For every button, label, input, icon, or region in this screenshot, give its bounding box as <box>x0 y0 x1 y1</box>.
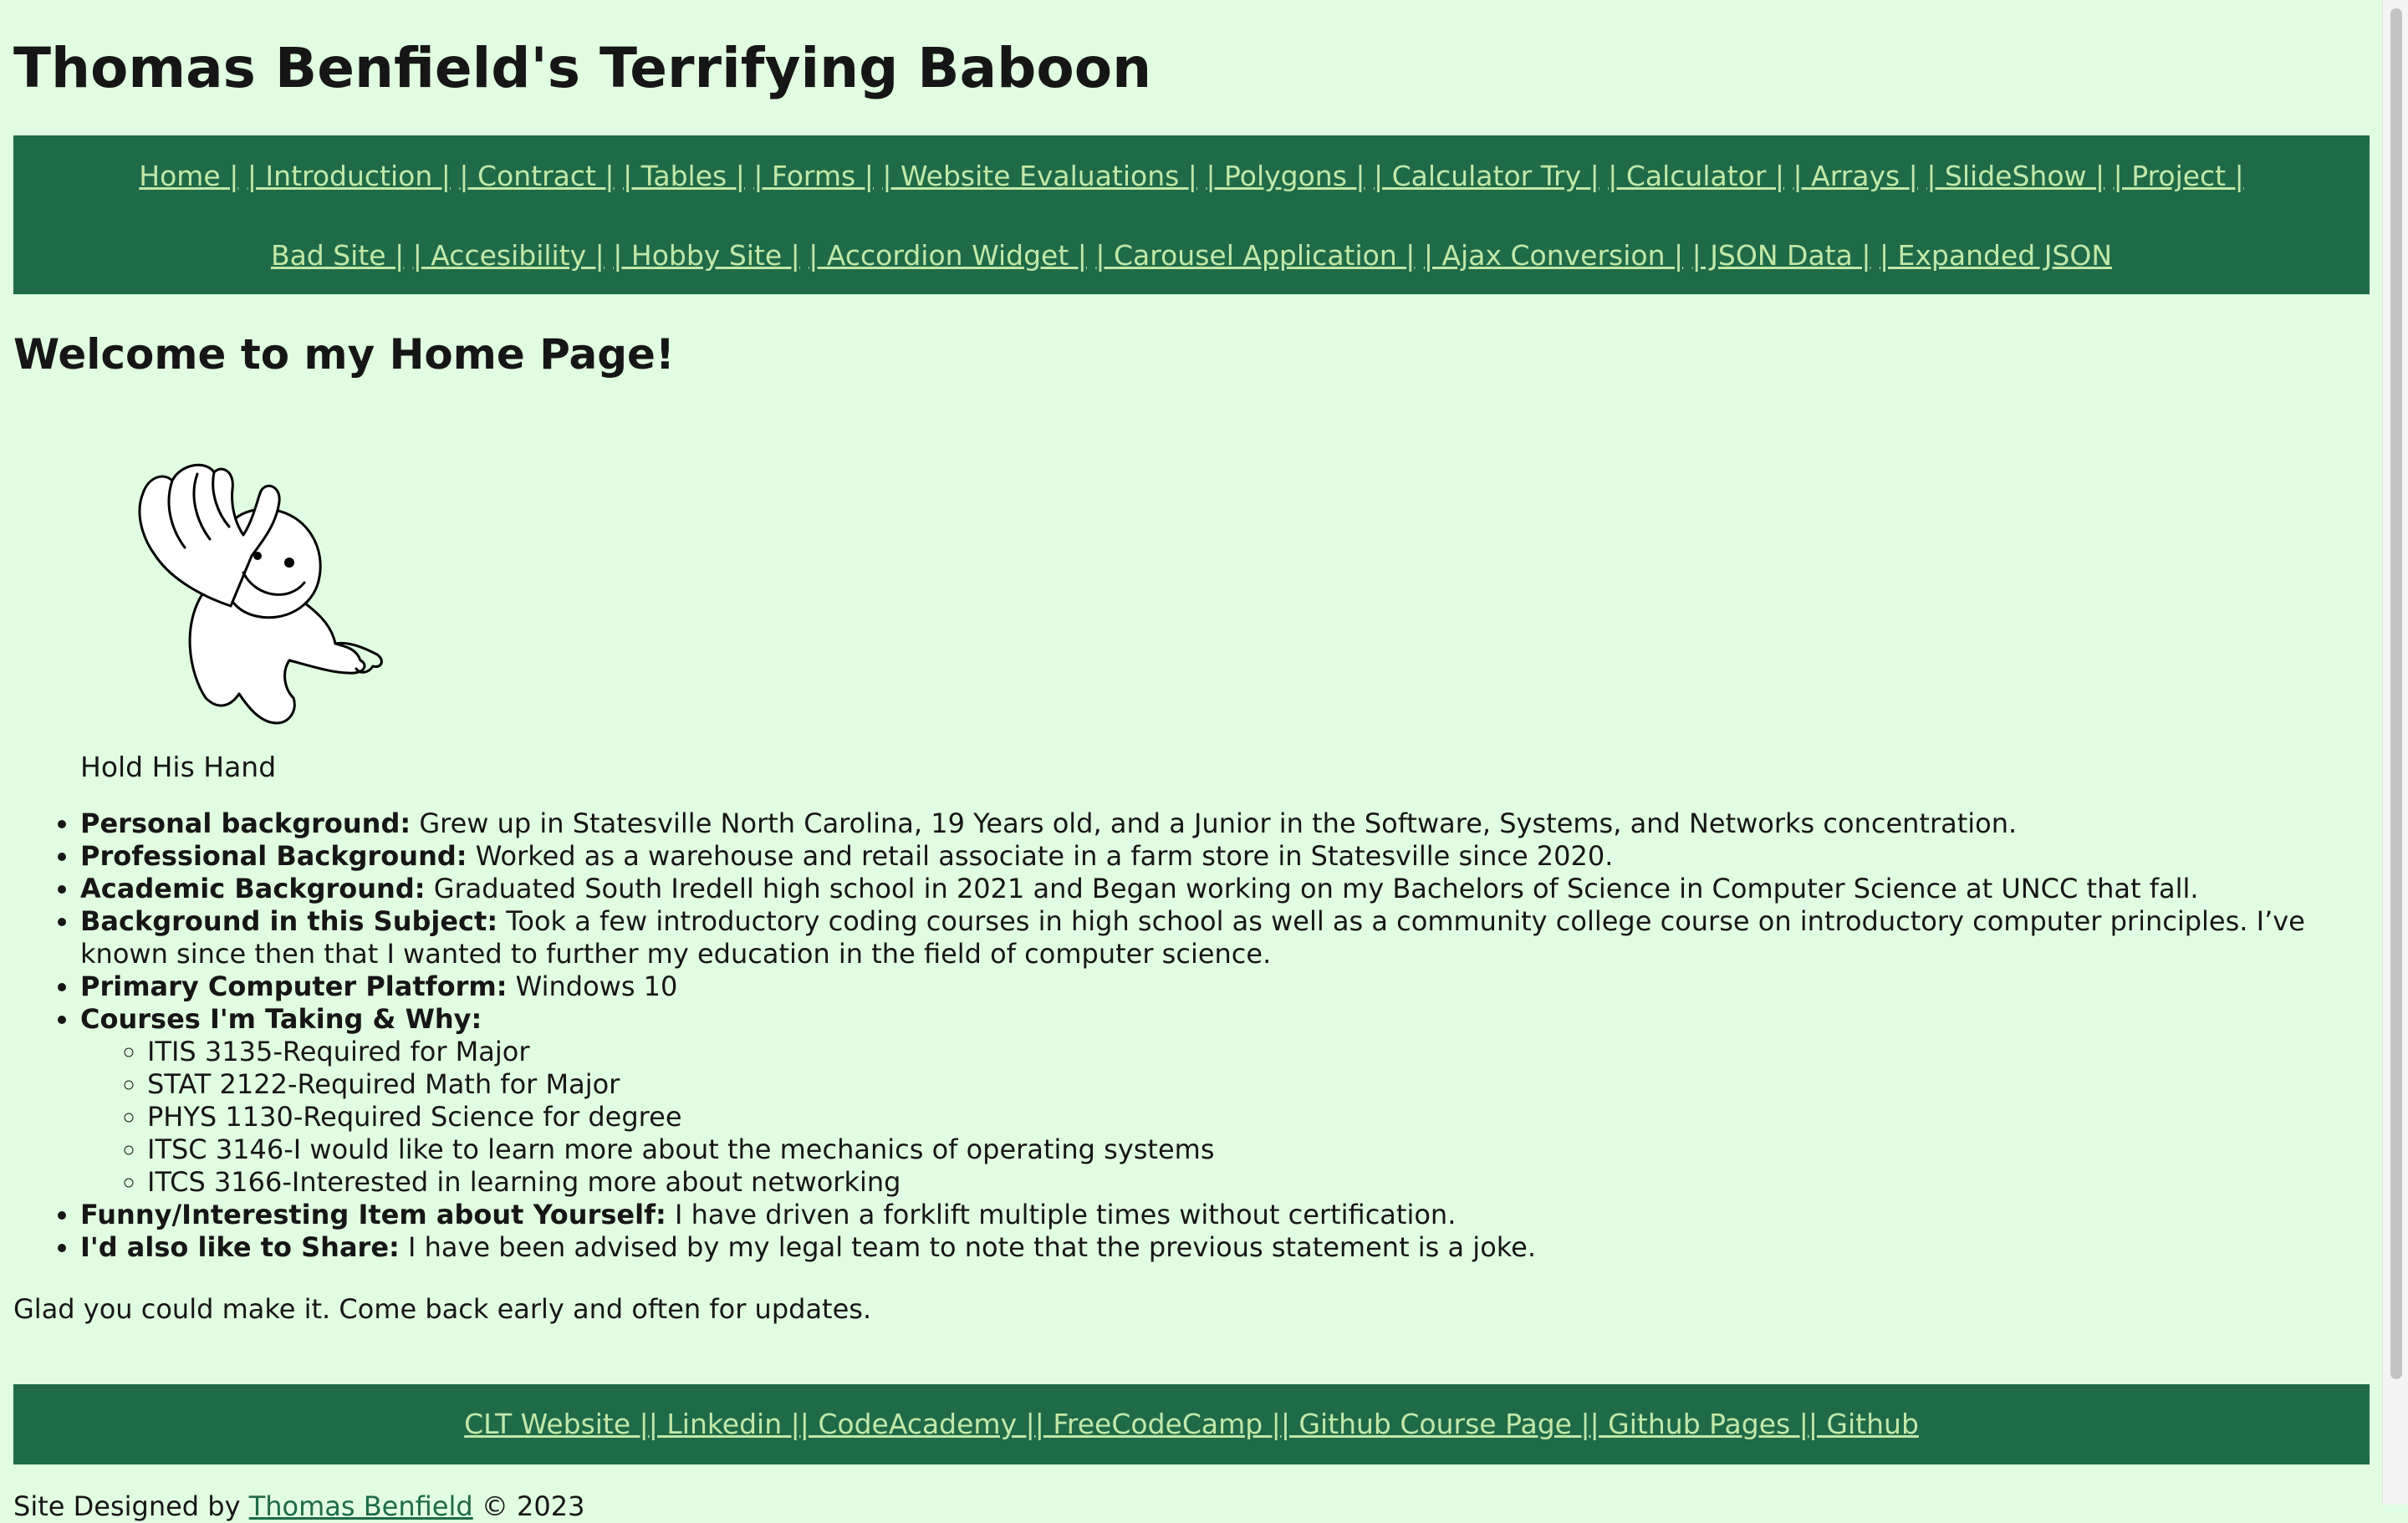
vertical-scrollbar[interactable] <box>2382 0 2408 1505</box>
nav-link-calculator-try[interactable]: | Calculator Try | <box>1374 160 1599 192</box>
bio-label: I'd also like to Share: <box>80 1231 400 1263</box>
top-navigation: Home | | Introduction | | Contract | | T… <box>13 135 2370 294</box>
credit-author-link[interactable]: Thomas Benfield <box>249 1490 473 1522</box>
bio-text: Worked as a warehouse and retail associa… <box>467 840 1614 872</box>
nav-link-contract[interactable]: | Contract | <box>459 160 614 192</box>
nav-row-1: Home | | Introduction | | Contract | | T… <box>13 156 2370 196</box>
bio-label: Courses I'm Taking & Why: <box>80 1003 482 1035</box>
bio-item-professional: Professional Background: Worked as a war… <box>80 840 2370 873</box>
nav-link-github-pages[interactable]: | Github Pages | <box>1590 1408 1809 1440</box>
nav-link-carousel-application[interactable]: | Carousel Application | <box>1095 239 1415 272</box>
nav-link-slideshow[interactable]: | SlideShow | <box>1926 160 2104 192</box>
bio-label: Background in this Subject: <box>80 905 498 937</box>
closing-text: Glad you could make it. Come back early … <box>13 1293 872 1325</box>
nav-link-freecodecamp[interactable]: | FreeCodeCamp | <box>1035 1408 1281 1440</box>
nav-link-hobby-site[interactable]: | Hobby Site | <box>613 239 800 272</box>
credit-suffix: © 2023 <box>481 1490 585 1522</box>
site-credit: Site Designed by Thomas Benfield © 2023 <box>13 1490 584 1523</box>
waving-figure-image <box>80 422 431 740</box>
bio-text: Graduated South Iredell high school in 2… <box>425 873 2199 904</box>
footer-navigation: CLT Website || Linkedin || CodeAcademy |… <box>13 1384 2370 1464</box>
nav-link-clt-website[interactable]: CLT Website | <box>464 1408 649 1440</box>
bio-item-academic: Academic Background: Graduated South Ire… <box>80 873 2370 905</box>
nav-link-linkedin[interactable]: | Linkedin | <box>649 1408 800 1440</box>
nav-link-arrays[interactable]: | Arrays | <box>1793 160 1918 192</box>
site-title: Thomas Benfield's Terrifying Baboon <box>13 36 1152 100</box>
nav-link-accordion-widget[interactable]: | Accordion Widget | <box>809 239 1087 272</box>
bio-label: Academic Background: <box>80 873 426 904</box>
nav-link-polygons[interactable]: | Polygons | <box>1206 160 1365 192</box>
course-item: ITIS 3135-Required for Major <box>147 1036 2370 1068</box>
nav-link-github[interactable]: | Github <box>1809 1408 1919 1440</box>
course-item: ITCS 3166-Interested in learning more ab… <box>147 1166 2370 1199</box>
nav-link-introduction[interactable]: | Introduction | <box>247 160 451 192</box>
nav-link-github-course-page[interactable]: | Github Course Page | <box>1281 1408 1590 1440</box>
nav-link-tables[interactable]: | Tables | <box>623 160 745 192</box>
welcome-heading: Welcome to my Home Page! <box>13 330 675 379</box>
bio-text: Windows 10 <box>507 970 678 1002</box>
scrollbar-thumb[interactable] <box>2390 8 2402 1379</box>
nav-link-project[interactable]: | Project | <box>2114 160 2244 192</box>
nav-link-json-data[interactable]: | JSON Data | <box>1692 239 1871 272</box>
bio-list: Personal background: Grew up in Statesvi… <box>80 807 2370 1264</box>
nav-link-bad-site[interactable]: Bad Site | <box>271 239 404 272</box>
nav-link-forms[interactable]: | Forms | <box>753 160 874 192</box>
bio-text: I have driven a forklift multiple times … <box>666 1199 1457 1230</box>
nav-link-home[interactable]: Home | <box>139 160 238 192</box>
bio-item-platform: Primary Computer Platform: Windows 10 <box>80 970 2370 1003</box>
nav-link-ajax-conversion[interactable]: | Ajax Conversion | <box>1424 239 1683 272</box>
nav-link-expanded-json[interactable]: | Expanded JSON <box>1880 239 2112 272</box>
bio-item-courses: Courses I'm Taking & Why:ITIS 3135-Requi… <box>80 1003 2370 1199</box>
bio-item-personal: Personal background: Grew up in Statesvi… <box>80 807 2370 840</box>
bio-label: Professional Background: <box>80 840 467 872</box>
bio-item-funny: Funny/Interesting Item about Yourself: I… <box>80 1199 2370 1231</box>
bio-label: Funny/Interesting Item about Yourself: <box>80 1199 666 1230</box>
credit-prefix: Site Designed by <box>13 1490 241 1522</box>
bio-label: Personal background: <box>80 807 411 839</box>
bio-item-subject: Background in this Subject: Took a few i… <box>80 905 2370 970</box>
course-item: ITSC 3146-I would like to learn more abo… <box>147 1133 2370 1166</box>
bio-item-share: I'd also like to Share: I have been advi… <box>80 1231 2370 1264</box>
course-item: PHYS 1130-Required Science for degree <box>147 1101 2370 1133</box>
nav-link-website-evaluations[interactable]: | Website Evaluations | <box>882 160 1197 192</box>
waving-figure-icon <box>138 463 383 725</box>
nav-link-accesibility[interactable]: | Accesibility | <box>413 239 605 272</box>
nav-row-2: Bad Site | | Accesibility | | Hobby Site… <box>13 236 2370 276</box>
bio-text: I have been advised by my legal team to … <box>399 1231 1537 1263</box>
bio-label: Primary Computer Platform: <box>80 970 508 1002</box>
bio-text: Grew up in Statesville North Carolina, 1… <box>411 807 2018 839</box>
courses-list: ITIS 3135-Required for MajorSTAT 2122-Re… <box>80 1036 2370 1199</box>
course-item: STAT 2122-Required Math for Major <box>147 1068 2370 1101</box>
nav-link-codeacademy[interactable]: | CodeAcademy | <box>800 1408 1035 1440</box>
figure-caption: Hold His Hand <box>80 751 277 783</box>
nav-link-calculator[interactable]: | Calculator | <box>1608 160 1784 192</box>
